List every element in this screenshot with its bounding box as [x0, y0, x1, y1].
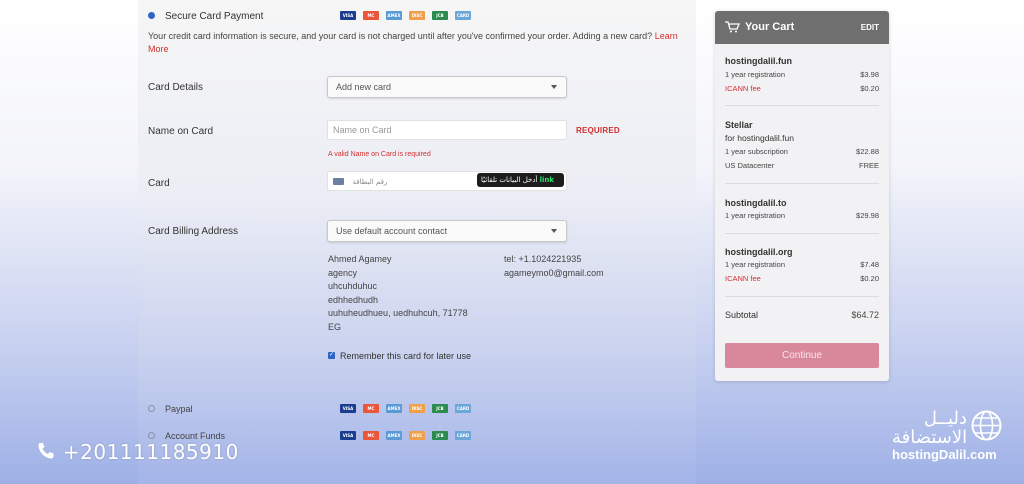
cart-line-price: $0.20: [860, 274, 879, 283]
address-line: agency: [328, 267, 358, 278]
brand-arabic-line: الاستضافة: [892, 427, 968, 448]
cart-line-price: FREE: [858, 161, 879, 170]
address-line: uuhuheudhueu, uedhuhcuh, 71778: [328, 308, 468, 318]
card-info-message: Your credit card information is secure, …: [148, 31, 653, 41]
mastercard-icon: MC: [363, 431, 379, 440]
visa-icon: VISA: [340, 11, 356, 20]
cart-divider: [725, 296, 879, 297]
card-generic-icon: CARD: [455, 404, 471, 413]
cart-line-label: US Datacenter: [725, 161, 775, 170]
phone-icon: [38, 443, 54, 459]
amex-icon: AMEX: [386, 11, 402, 20]
cart-item-name: hostingdalil.org: [725, 247, 793, 257]
cart-item-sub: for hostingdalil.fun: [725, 133, 794, 143]
card-number-placeholder: رقم البطاقة: [352, 178, 388, 186]
card-details-select[interactable]: Add new card: [327, 76, 567, 98]
subtotal-value: $64.72: [851, 310, 879, 320]
jcb-icon: JCB: [432, 404, 448, 413]
link-autofill-button[interactable]: أدخل البيانات تلقائيًا link: [477, 173, 564, 187]
billing-address-select[interactable]: Use default account contact: [327, 220, 567, 242]
cart-line-label: 1 year subscription: [725, 147, 788, 156]
paypal-radio[interactable]: [148, 405, 155, 412]
name-on-card-placeholder: Name on Card: [333, 125, 392, 135]
contact-block: tel: +1.1024221935 agameymo0@gmail.com: [504, 253, 604, 280]
billing-address-label: Card Billing Address: [148, 226, 239, 237]
address-line: Ahmed Agamey: [328, 254, 392, 264]
billing-address-value: Use default account contact: [336, 226, 448, 236]
brand-english-name: hostingDalil.com: [892, 447, 997, 462]
cart-divider: [725, 105, 879, 106]
cart-line-label: 1 year registration: [725, 211, 786, 220]
card-info-text: Your credit card information is secure, …: [148, 30, 688, 56]
brand-arabic-name: دليــل الاستضافة: [892, 409, 967, 447]
address-line: edhhedhudh: [328, 294, 379, 305]
card-chip-icon: [333, 178, 344, 186]
visa-icon: VISA: [340, 431, 356, 440]
remember-card-label: Remember this card for later use: [340, 351, 472, 361]
address-line: EG: [328, 321, 342, 332]
cart-line-price: $22.88: [856, 147, 879, 156]
required-label: REQUIRED: [576, 126, 620, 135]
chevron-down-icon: [551, 85, 557, 89]
cart-line-label: 1 year registration: [725, 70, 786, 79]
brand-watermark: دليــل الاستضافة hostingDalil.com: [884, 403, 1014, 473]
cart-line-label: ICANN fee: [725, 274, 761, 283]
continue-button[interactable]: Continue: [725, 343, 879, 368]
amex-icon: AMEX: [386, 431, 402, 440]
discover-icon: DISC: [409, 11, 425, 20]
visa-icon: VISA: [340, 404, 356, 413]
amex-icon: AMEX: [386, 404, 402, 413]
cart-line-label: ICANN fee: [725, 84, 761, 93]
cart-edit-button[interactable]: EDIT: [861, 23, 879, 32]
shopping-cart-icon: [725, 21, 740, 33]
card-icons-top: VISA MC AMEX DISC JCB CARD: [340, 11, 471, 20]
card-details-label: Card Details: [148, 82, 204, 93]
name-error-message: A valid Name on Card is required: [328, 151, 431, 158]
cart-panel: Your Cart EDIT hostingdalil.fun 1 year r…: [715, 11, 889, 381]
address-line: uhcuhduhuc: [328, 281, 378, 291]
cart-item-name: hostingdalil.to: [725, 198, 787, 208]
watermark-phone: +201111185910: [36, 440, 239, 464]
card-icons-funds: VISA MC AMEX DISC JCB CARD: [340, 431, 471, 440]
cart-title: Your Cart: [745, 21, 795, 33]
billing-address-block: Ahmed Agamey agency uhcuhduhuc edhhedhud…: [328, 253, 468, 334]
card-details-value: Add new card: [336, 82, 392, 92]
name-on-card-label: Name on Card: [148, 126, 214, 137]
discover-icon: DISC: [409, 431, 425, 440]
jcb-icon: JCB: [432, 431, 448, 440]
cart-line-price: $0.20: [860, 84, 879, 93]
mastercard-icon: MC: [363, 11, 379, 20]
secure-card-label: Secure Card Payment: [165, 11, 264, 22]
link-brand-logo: link: [539, 176, 555, 184]
name-on-card-input[interactable]: Name on Card: [327, 120, 567, 140]
cart-line-price: $29.98: [856, 211, 879, 220]
discover-icon: DISC: [409, 404, 425, 413]
cart-divider: [725, 233, 879, 234]
card-generic-icon: CARD: [455, 431, 471, 440]
card-generic-icon: CARD: [455, 11, 471, 20]
jcb-icon: JCB: [432, 11, 448, 20]
cart-item-name: hostingdalil.fun: [725, 56, 792, 66]
brand-arabic-line: دليــل: [923, 408, 967, 429]
mastercard-icon: MC: [363, 404, 379, 413]
cart-line-price: $7.48: [860, 260, 879, 269]
cart-header: Your Cart EDIT: [715, 11, 889, 44]
contact-phone: tel: +1.1024221935: [504, 254, 582, 264]
cart-line-price: $3.98: [860, 70, 879, 79]
link-autofill-text: أدخل البيانات تلقائيًا: [481, 176, 538, 184]
phone-number: +201111185910: [62, 440, 239, 464]
card-icons-paypal: VISA MC AMEX DISC JCB CARD: [340, 404, 471, 413]
cart-item-name: Stellar: [725, 120, 753, 130]
paypal-label: Paypal: [165, 404, 193, 414]
cart-divider: [725, 183, 879, 184]
contact-email: agameymo0@gmail.com: [504, 267, 604, 278]
secure-card-radio[interactable]: [148, 12, 155, 19]
remember-card-checkbox[interactable]: ✓: [328, 352, 335, 359]
subtotal-label: Subtotal: [725, 310, 759, 320]
account-funds-radio[interactable]: [148, 432, 155, 439]
card-label: Card: [148, 178, 170, 189]
cart-line-label: 1 year registration: [725, 260, 786, 269]
chevron-down-icon: [551, 229, 557, 233]
globe-icon: [971, 410, 1002, 441]
